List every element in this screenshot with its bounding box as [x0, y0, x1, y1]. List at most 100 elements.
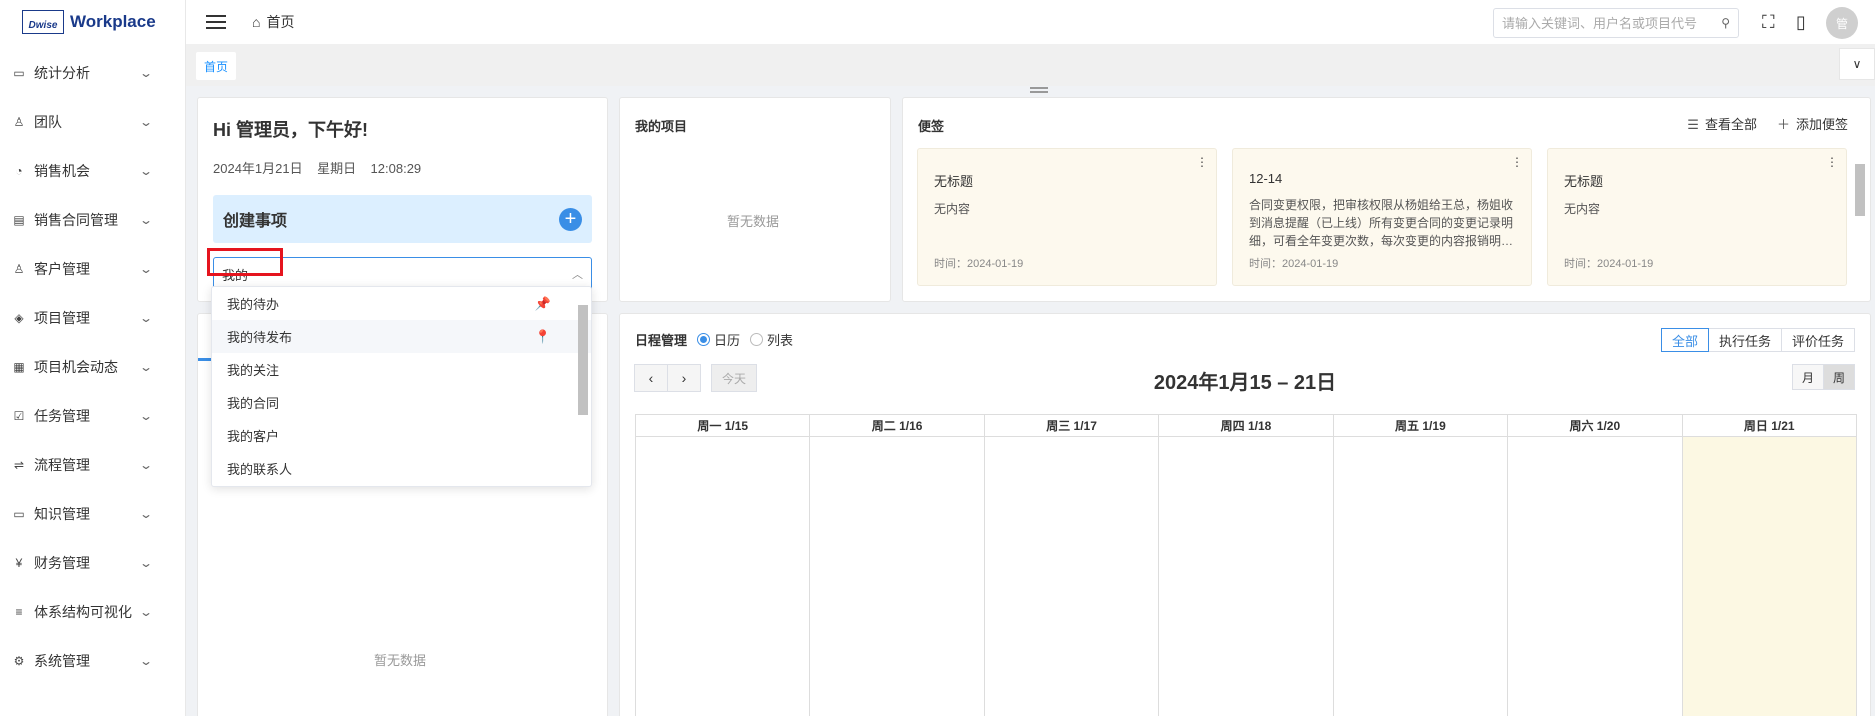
- tab-home[interactable]: 首页: [196, 52, 237, 80]
- sidebar-item-system[interactable]: ⚙ 系统管理 ⌄: [0, 636, 185, 685]
- pin-icon[interactable]: 📌: [535, 296, 551, 312]
- sidebar-item-sales-contract[interactable]: ▤ 销售合同管理 ⌄: [0, 195, 185, 244]
- dropdown-option[interactable]: 我的待发布 📍: [212, 320, 591, 353]
- breadcrumb[interactable]: ⌂ 首页: [252, 12, 294, 32]
- search-input[interactable]: [1502, 15, 1722, 31]
- sidebar-item-label: 团队: [34, 113, 62, 130]
- chevron-down-icon[interactable]: ∨: [1839, 48, 1875, 80]
- avatar[interactable]: 管: [1826, 7, 1858, 39]
- sidebar-item-label: 客户管理: [34, 260, 90, 277]
- chevron-down-icon: ⌄: [138, 604, 154, 619]
- option-label: 我的待办: [227, 297, 280, 312]
- dropdown-option[interactable]: 我的客户: [212, 419, 591, 452]
- calendar-body: [636, 437, 1856, 716]
- calendar-nav: ‹ › 今天: [634, 364, 757, 392]
- dropdown-option[interactable]: 我的联系人: [212, 452, 591, 485]
- logo-mark: Dwise: [22, 10, 64, 34]
- week-calendar: 周一 1/15 周二 1/16 周三 1/17 周四 1/18 周五 1/19 …: [635, 414, 1857, 716]
- next-week-button[interactable]: ›: [667, 364, 701, 392]
- logo[interactable]: Dwise Workplace: [0, 0, 185, 44]
- note-card[interactable]: 无标题 无内容 时间：2024-01-19 ⋮: [1547, 148, 1847, 286]
- sidebar-item-flow[interactable]: ⇌ 流程管理 ⌄: [0, 440, 185, 489]
- chevron-down-icon: ⌄: [138, 212, 154, 227]
- sidebar-item-label: 项目机会动态: [34, 358, 118, 375]
- prev-week-button[interactable]: ‹: [634, 364, 668, 392]
- day-column[interactable]: [1159, 437, 1334, 716]
- more-vertical-icon[interactable]: ⋮: [1196, 155, 1208, 169]
- sidebar-item-project[interactable]: ◈ 项目管理 ⌄: [0, 293, 185, 342]
- sidebar-item-architecture[interactable]: ≡ 体系结构可视化 ⌄: [0, 587, 185, 636]
- note-title: 无标题: [934, 174, 974, 189]
- list-icon: ☰: [1687, 117, 1699, 132]
- sidebar-menu: ▭ 统计分析 ⌄ ♙ 团队 ⌄ ◔ 销售机会 ⌄ ▤ 销售合同管理 ⌄ ♙ 客户管理 ⌄ ◈ 项目管理…: [0, 48, 185, 685]
- sidebar-item-team[interactable]: ♙ 团队 ⌄: [0, 97, 185, 146]
- task-filter: 全部 执行任务 评价任务: [1660, 328, 1855, 352]
- mobile-icon[interactable]: ▯: [1796, 12, 1806, 33]
- sidebar-item-label: 财务管理: [34, 554, 90, 571]
- sidebar-item-task[interactable]: ☑ 任务管理 ⌄: [0, 391, 185, 440]
- day-column[interactable]: [985, 437, 1160, 716]
- note-card[interactable]: 无标题 无内容 时间：2024-01-19 ⋮: [917, 148, 1217, 286]
- option-label: 我的关注: [227, 363, 280, 378]
- day-header: 周四 1/18: [1159, 415, 1334, 436]
- notes-scrollbar[interactable]: [1855, 164, 1865, 216]
- filter-all[interactable]: 全部: [1660, 328, 1709, 352]
- sidebar-item-sales-opportunity[interactable]: ◔ 销售机会 ⌄: [0, 146, 185, 195]
- view-week-button[interactable]: 周: [1823, 364, 1855, 390]
- add-item-button[interactable]: +: [559, 207, 582, 231]
- sidebar-item-label: 系统管理: [34, 652, 90, 669]
- filter-exec-task[interactable]: 执行任务: [1707, 328, 1782, 352]
- dropdown-option[interactable]: 我的合同: [212, 386, 591, 419]
- my-projects-title: 我的项目: [635, 119, 688, 134]
- today-button[interactable]: 今天: [711, 364, 757, 392]
- item-type-input[interactable]: [222, 266, 502, 282]
- radio-calendar[interactable]: 日历: [697, 330, 740, 349]
- note-body: 合同变更权限，把审核权限从杨姐给王总，杨姐收到消息提醒（已上线）所有变更合同的变…: [1249, 198, 1514, 248]
- view-month-button[interactable]: 月: [1792, 364, 1824, 390]
- pin-icon[interactable]: 📍: [535, 329, 551, 345]
- day-column[interactable]: [810, 437, 985, 716]
- day-header: 周六 1/20: [1508, 415, 1683, 436]
- note-time: 时间：2024-01-19: [1249, 258, 1339, 270]
- add-note-button[interactable]: ＋ 添加便签: [1777, 114, 1848, 133]
- task-icon: ☑: [13, 408, 25, 423]
- week-title: 2024年1月15 – 21日: [1153, 372, 1337, 394]
- option-label: 我的合同: [227, 396, 280, 411]
- day-header: 周日 1/21: [1743, 419, 1795, 433]
- chevron-down-icon: ⌄: [138, 408, 154, 423]
- fullscreen-icon[interactable]: ⛶: [1762, 12, 1775, 33]
- view-all-notes-button[interactable]: ☰ 查看全部: [1687, 114, 1757, 133]
- day-column[interactable]: [636, 437, 811, 716]
- sidebar-item-knowledge[interactable]: ▭ 知识管理 ⌄: [0, 489, 185, 538]
- dropdown-scrollbar[interactable]: [578, 305, 588, 415]
- breadcrumb-home: 首页: [266, 14, 295, 30]
- sidebar-item-label: 销售合同管理: [34, 211, 118, 228]
- empty-state: 暂无数据: [727, 214, 780, 229]
- filter-eval-task[interactable]: 评价任务: [1780, 328, 1855, 352]
- finance-icon: ¥: [15, 555, 23, 570]
- day-column-today[interactable]: [1682, 437, 1856, 716]
- sidebar-item-stats[interactable]: ▭ 统计分析 ⌄: [0, 48, 185, 97]
- chevron-down-icon: ⌄: [138, 261, 154, 276]
- top-header: ⌂ 首页 ⚲ ⛶ ▯ 管: [186, 0, 1875, 44]
- menu-toggle-icon[interactable]: [206, 15, 226, 29]
- more-vertical-icon[interactable]: ⋮: [1826, 155, 1838, 169]
- chevron-down-icon: ⌄: [138, 506, 154, 521]
- more-vertical-icon[interactable]: ⋮: [1511, 155, 1523, 169]
- day-column[interactable]: [1334, 437, 1509, 716]
- dropdown-option[interactable]: 我的关注: [212, 353, 591, 386]
- greeting-title: Hi 管理员，下午好!: [213, 120, 368, 140]
- search-icon[interactable]: ⚲: [1721, 16, 1730, 30]
- empty-state: 暂无数据: [374, 653, 427, 668]
- sidebar-item-finance[interactable]: ¥ 财务管理 ⌄: [0, 538, 185, 587]
- sidebar-item-customer[interactable]: ♙ 客户管理 ⌄: [0, 244, 185, 293]
- radio-list[interactable]: 列表: [750, 330, 793, 349]
- sidebar-item-project-news[interactable]: ▦ 项目机会动态 ⌄: [0, 342, 185, 391]
- day-header: 周一 1/15: [636, 415, 811, 436]
- list-icon: ≡: [15, 604, 23, 619]
- note-card[interactable]: 12-14 合同变更权限，把审核权限从杨姐给王总，杨姐收到消息提醒（已上线）所有…: [1232, 148, 1532, 286]
- day-column[interactable]: [1508, 437, 1683, 716]
- drag-handle-icon[interactable]: [1030, 87, 1048, 93]
- sidebar-item-label: 流程管理: [34, 456, 90, 473]
- dropdown-option[interactable]: 我的待办 📌: [212, 287, 591, 320]
